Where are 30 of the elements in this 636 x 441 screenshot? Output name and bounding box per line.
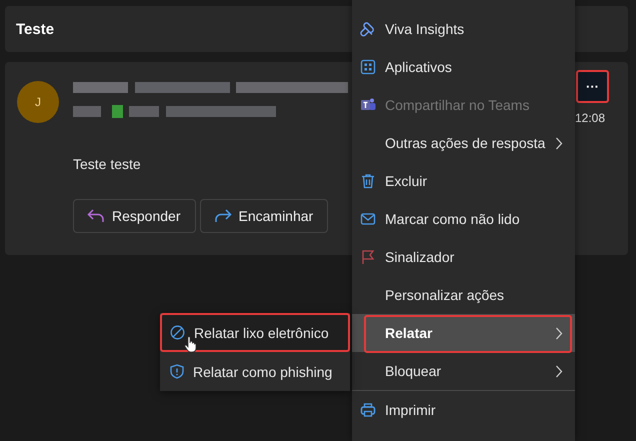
hand-cursor-icon bbox=[184, 336, 197, 353]
avatar: J bbox=[17, 81, 59, 123]
action-button[interactable]: Responder bbox=[73, 199, 196, 233]
envelope-icon bbox=[360, 211, 376, 227]
submenu-item[interactable]: Relatar lixo eletrônico bbox=[160, 313, 350, 352]
reply-icon bbox=[87, 209, 105, 223]
forward-icon bbox=[214, 209, 232, 223]
action-button[interactable]: Encaminhar bbox=[200, 199, 328, 233]
menu-item[interactable]: Relatar bbox=[352, 314, 575, 352]
menu-item[interactable]: Viva Insights bbox=[352, 10, 575, 48]
apps-icon bbox=[360, 59, 376, 75]
subject-title: Teste bbox=[16, 20, 54, 38]
menu-item[interactable]: Personalizar ações bbox=[352, 276, 575, 314]
menu-item[interactable]: Excluir bbox=[352, 162, 575, 200]
shield-icon bbox=[170, 364, 184, 379]
menu-item[interactable]: Sinalizador bbox=[352, 238, 575, 276]
more-button[interactable]: ··· bbox=[576, 70, 609, 103]
menu-item[interactable]: Imprimir bbox=[352, 391, 575, 429]
menu-item[interactable]: Marcar como não lido bbox=[352, 200, 575, 238]
menu-item[interactable]: Aplicativos bbox=[352, 48, 575, 86]
trash-icon bbox=[360, 173, 376, 189]
menu-item[interactable]: Bloquear bbox=[352, 352, 575, 390]
teams-icon bbox=[360, 97, 376, 113]
message-time: 12:08 bbox=[575, 111, 606, 125]
menu-item[interactable]: Outras ações de resposta bbox=[352, 124, 575, 162]
flag-icon bbox=[360, 249, 376, 265]
block-icon bbox=[170, 325, 185, 340]
printer-icon bbox=[360, 402, 376, 418]
submenu-item[interactable]: Relatar como phishing bbox=[160, 352, 350, 391]
message-body: Teste teste bbox=[73, 156, 142, 172]
